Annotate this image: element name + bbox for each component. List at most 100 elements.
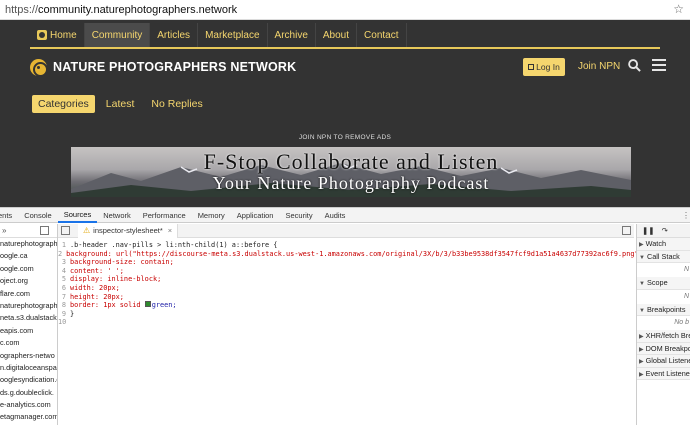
file-tab-label: inspector-stylesheet* (93, 226, 163, 235)
code-text: } (70, 309, 75, 318)
aperture-logo-icon[interactable] (30, 58, 48, 77)
nav-label: Archive (274, 29, 308, 41)
source-item[interactable]: ographers-netwo (0, 350, 57, 362)
code-content[interactable]: 1 .b-header .nav-pills > li:nth-child(1) … (58, 241, 647, 327)
banner-title: F-Stop Collaborate and Listen (203, 149, 499, 174)
source-item[interactable]: flare.com (0, 288, 57, 300)
source-item[interactable]: c.com (0, 337, 57, 349)
section-event-listeners[interactable]: ▶ Event Listener (637, 367, 690, 380)
code-text: display: inline-block; (70, 275, 162, 284)
toggle-debugger-icon[interactable] (622, 226, 631, 235)
code-line: 5 display: inline-block; (61, 275, 162, 284)
pill-latest[interactable]: Latest (100, 95, 141, 113)
section-global-listeners[interactable]: ▶ Global Listener (637, 355, 690, 368)
screen: https://community.naturephotographers.ne… (0, 0, 690, 425)
site-title[interactable]: NATURE PHOTOGRAPHERS NETWORK (53, 60, 296, 74)
browser-url-bar[interactable]: https://community.naturephotographers.ne… (0, 0, 690, 20)
code-editor: ⚠ inspector-stylesheet* × 1 .b-header .na… (58, 223, 647, 425)
sources-navigator: » naturephotograph oogle.ca oogle.com oj… (0, 224, 58, 425)
code-text: height: 20px; (70, 292, 124, 301)
code-line: 4 content: ' '; (61, 266, 124, 275)
url-text[interactable]: https://community.naturephotographers.ne… (5, 4, 237, 16)
pause-icon[interactable]: ❚❚ (642, 226, 655, 235)
nav-divider (30, 47, 660, 49)
section-watch[interactable]: ▶ Watch (637, 238, 690, 251)
source-item[interactable]: etagmanager.com (0, 411, 57, 423)
tab-memory[interactable]: Memory (192, 208, 231, 223)
section-call-stack[interactable]: ▼ Call Stack (637, 250, 690, 263)
tab-elements[interactable]: ents (0, 208, 18, 223)
banner-subtitle: Your Nature Photography Podcast (212, 173, 490, 193)
top-nav: Home Community Articles Marketplace Arch… (30, 23, 407, 47)
source-item[interactable]: e-analytics.com (0, 399, 57, 411)
tab-sources[interactable]: Sources (57, 208, 98, 223)
file-tab-inspector-stylesheet[interactable]: ⚠ inspector-stylesheet* × (78, 223, 179, 238)
section-breakpoints[interactable]: ▼ Breakpoints (637, 303, 690, 316)
nav-item-home[interactable]: Home (30, 23, 85, 47)
nav-item-contact[interactable]: Contact (357, 23, 407, 47)
code-line: 3 background-size: contain; (61, 258, 174, 267)
code-text: green; (151, 301, 177, 310)
color-swatch[interactable] (144, 301, 151, 308)
code-text: content: ' '; (70, 266, 124, 275)
join-link[interactable]: Join NPN (578, 61, 620, 72)
code-line: 8 border: 1px solid green; (61, 301, 177, 310)
devtools-panel: ents Console Sources Network Performance… (0, 207, 690, 425)
user-icon (528, 64, 535, 70)
ad-label[interactable]: JOIN NPN TO REMOVE ADS (0, 134, 690, 141)
more-tabs-icon[interactable]: » (2, 226, 6, 235)
nav-label: Marketplace (205, 29, 260, 41)
warning-icon: ⚠ (83, 226, 91, 235)
tab-performance[interactable]: Performance (137, 208, 192, 223)
bookmark-star-icon[interactable]: ☆ (673, 2, 684, 16)
nav-item-about[interactable]: About (316, 23, 358, 47)
site-header: NATURE PHOTOGRAPHERS NETWORK Log In Join… (30, 53, 670, 81)
source-item[interactable]: oogle.com (0, 263, 57, 275)
category-pills: Categories Latest No Replies (32, 95, 214, 113)
search-icon[interactable] (628, 59, 641, 72)
source-item[interactable]: ooglesyndication.c (0, 374, 57, 386)
source-item[interactable]: naturephotograph (0, 238, 57, 250)
section-dom-breakpoints[interactable]: ▶ DOM Breakpoi (637, 342, 690, 355)
pill-categories[interactable]: Categories (32, 95, 95, 113)
podcast-banner[interactable]: F-Stop Collaborate and Listen Your Natur… (71, 147, 631, 197)
source-item[interactable]: naturephotograph (0, 300, 57, 312)
section-xhr-breakpoints[interactable]: ▶XHR/fetch Brea (637, 330, 690, 343)
kebab-menu-icon[interactable]: ⋮ (682, 211, 690, 220)
pill-no-replies[interactable]: No Replies (145, 95, 208, 113)
call-stack-body: N (683, 266, 689, 273)
tab-application[interactable]: Application (231, 208, 280, 223)
source-item[interactable]: oject.org (0, 275, 57, 287)
debugger-sidebar: ❚❚ ↷ ▶ Watch ▼ Call Stack N ▼ Scope N ▼ Brea… (636, 224, 690, 425)
nav-label: About (322, 29, 350, 41)
source-item[interactable]: eapis.com (0, 325, 57, 337)
code-line: 2 background: url("https://discourse-meta… (58, 249, 647, 258)
code-line: 1 .b-header .nav-pills > li:nth-child(1) … (61, 241, 278, 249)
source-item[interactable]: neta.s3.dualstack (0, 312, 57, 324)
code-line: 10 (58, 318, 67, 327)
hamburger-menu-icon[interactable] (652, 59, 666, 71)
login-button[interactable]: Log In (523, 58, 565, 76)
website: Home Community Articles Marketplace Arch… (0, 20, 690, 220)
nav-item-archive[interactable]: Archive (268, 23, 316, 47)
tab-console[interactable]: Console (18, 208, 58, 223)
source-item[interactable]: n.digitaloceanspa (0, 362, 57, 374)
editor-tabbar: ⚠ inspector-stylesheet* × (58, 223, 634, 238)
section-scope[interactable]: ▼ Scope (637, 277, 690, 290)
source-item[interactable]: ds.g.doubleclick. (0, 387, 57, 399)
nav-item-marketplace[interactable]: Marketplace (198, 23, 268, 47)
nav-label: Articles (157, 29, 191, 41)
tab-security[interactable]: Security (279, 208, 318, 223)
toggle-navigator-icon[interactable] (61, 226, 70, 235)
code-text: border: 1px solid (70, 301, 145, 310)
tab-network[interactable]: Network (97, 208, 137, 223)
tab-audits[interactable]: Audits (319, 208, 352, 223)
nav-item-community[interactable]: Community (84, 23, 151, 47)
close-icon[interactable]: × (168, 226, 172, 235)
nav-item-articles[interactable]: Articles (150, 23, 199, 47)
code-text: width: 20px; (70, 283, 120, 292)
toggle-sidebar-icon[interactable] (40, 226, 49, 235)
breakpoints-body: No b (674, 319, 689, 326)
source-item[interactable]: oogle.ca (0, 250, 57, 262)
step-over-icon[interactable]: ↷ (662, 226, 668, 235)
